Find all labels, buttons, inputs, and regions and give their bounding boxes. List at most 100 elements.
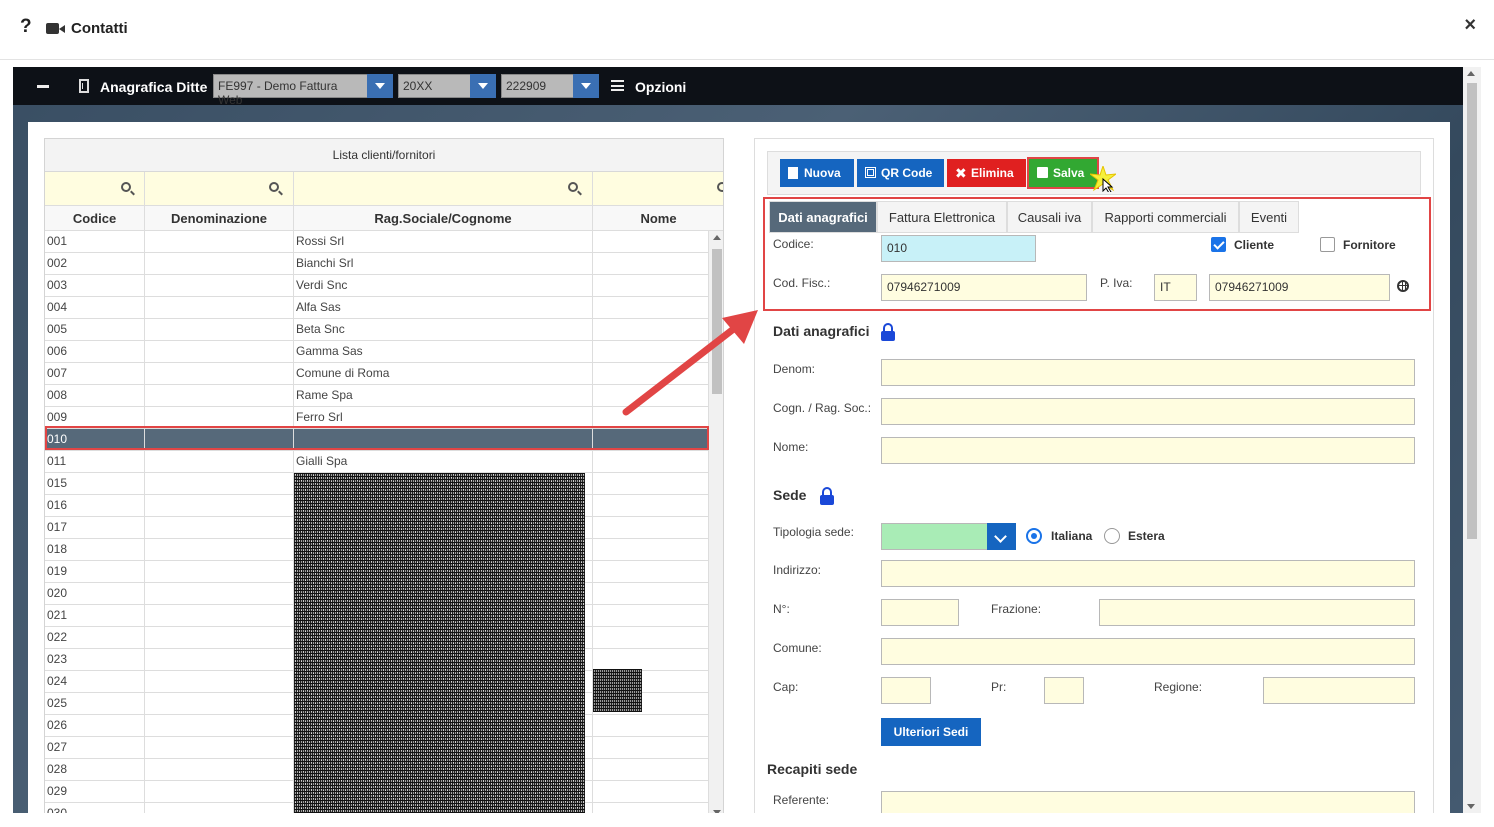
page-scrollbar[interactable]	[1463, 67, 1481, 813]
comune-input[interactable]	[881, 638, 1415, 665]
collapse-icon[interactable]	[37, 85, 49, 88]
tab-fattura-elettronica[interactable]: Fattura Elettronica	[877, 201, 1007, 233]
table-row[interactable]: 007 Comune di Roma	[45, 363, 709, 385]
delete-button[interactable]: ✖ Elimina	[947, 159, 1026, 187]
table-row[interactable]: 003 Verdi Snc	[45, 275, 709, 297]
year-select[interactable]: 20XX	[398, 74, 471, 98]
tab-rapporti-commerciali[interactable]: Rapporti commerciali	[1092, 201, 1239, 233]
list-scrollbar[interactable]	[709, 231, 723, 813]
app-title: Anagrafica Ditte	[100, 79, 208, 95]
column-header-nome[interactable]: Nome	[593, 206, 723, 231]
close-icon[interactable]: ×	[1464, 14, 1476, 37]
table-row[interactable]: 009 Ferro Srl	[45, 407, 709, 429]
italiana-radio[interactable]	[1026, 528, 1042, 544]
filter-ragsociale[interactable]	[294, 172, 593, 206]
save-button[interactable]: Salva	[1027, 157, 1099, 189]
table-row[interactable]: 011 Gialli Spa	[45, 451, 709, 473]
indirizzo-input[interactable]	[881, 560, 1415, 587]
cognome-input[interactable]	[881, 398, 1415, 425]
cap-input[interactable]	[881, 677, 931, 704]
codfisc-input[interactable]: 07946271009	[881, 274, 1087, 301]
company-select-dropdown-button[interactable]	[367, 74, 393, 98]
scroll-down-icon[interactable]	[1467, 804, 1475, 809]
help-icon[interactable]: ?	[20, 16, 32, 38]
cell-codice: 010	[45, 429, 145, 450]
numero-input[interactable]	[881, 599, 959, 626]
search-icon[interactable]	[568, 182, 578, 192]
column-header-codice[interactable]: Codice	[45, 206, 145, 231]
comune-label: Comune:	[773, 641, 822, 655]
filter-codice[interactable]	[45, 172, 145, 206]
frazione-input[interactable]	[1099, 599, 1415, 626]
cell-codice: 027	[45, 737, 145, 758]
scroll-up-icon[interactable]	[713, 235, 721, 240]
click-burst-icon	[1090, 166, 1116, 192]
year-select-dropdown-button[interactable]	[470, 74, 496, 98]
denom-input[interactable]	[881, 359, 1415, 386]
tipologia-select[interactable]	[881, 523, 989, 550]
frazione-label: Frazione:	[991, 602, 1042, 616]
new-button[interactable]: Nuova	[780, 159, 854, 187]
cell-nome	[593, 517, 709, 538]
cell-denominazione	[145, 605, 294, 626]
app-root: ? Contatti × Anagrafica Ditte FE997 - De…	[0, 0, 1494, 827]
cell-denominazione	[145, 275, 294, 296]
italiana-label: Italiana	[1051, 529, 1093, 543]
redacted-region	[294, 473, 585, 813]
menu-icon[interactable]	[611, 80, 624, 91]
search-icon[interactable]	[717, 182, 723, 192]
piva-country-input[interactable]: IT	[1154, 274, 1197, 301]
filter-denominazione[interactable]	[145, 172, 294, 206]
referente-input[interactable]	[881, 791, 1415, 813]
tab-eventi[interactable]: Eventi	[1239, 201, 1299, 233]
piva-input[interactable]: 07946271009	[1209, 274, 1390, 301]
scroll-down-icon[interactable]	[713, 810, 721, 813]
list-title: Lista clienti/fornitori	[45, 139, 723, 172]
cell-nome	[593, 473, 709, 494]
tab-dati-anagrafici[interactable]: Dati anagrafici	[769, 201, 877, 233]
estera-label: Estera	[1128, 529, 1165, 543]
cell-nome	[593, 561, 709, 582]
tab-causali-iva[interactable]: Causali iva	[1007, 201, 1092, 233]
page-scrollbar-thumb[interactable]	[1467, 83, 1477, 539]
company-select[interactable]: FE997 - Demo Fattura Web	[213, 74, 368, 107]
codice-input[interactable]: 010	[881, 235, 1036, 262]
estera-radio[interactable]	[1104, 528, 1120, 544]
table-row[interactable]: 002 Bianchi Srl	[45, 253, 709, 275]
cell-nome	[593, 803, 709, 813]
cell-nome	[593, 407, 709, 428]
list-scrollbar-thumb[interactable]	[712, 249, 722, 394]
fornitore-checkbox[interactable]	[1320, 237, 1335, 252]
options-button[interactable]: Opzioni	[635, 79, 686, 95]
table-row[interactable]: 004 Alfa Sas	[45, 297, 709, 319]
column-header-ragsociale[interactable]: Rag.Sociale/Cognome	[294, 206, 593, 231]
table-row[interactable]: 001 Rossi Srl	[45, 231, 709, 253]
code-select-dropdown-button[interactable]	[573, 74, 599, 98]
table-row[interactable]: 010	[45, 429, 709, 451]
scroll-up-icon[interactable]	[1467, 71, 1475, 76]
chevron-down-icon[interactable]	[987, 523, 1016, 550]
codfisc-label: Cod. Fisc.:	[773, 276, 831, 290]
table-row[interactable]: 008 Rame Spa	[45, 385, 709, 407]
cell-nome	[593, 385, 709, 406]
column-header-denominazione[interactable]: Denominazione	[145, 206, 294, 231]
cliente-checkbox[interactable]	[1211, 237, 1226, 252]
code-select[interactable]: 222909	[501, 74, 574, 98]
qr-code-button[interactable]: QR Code	[857, 159, 944, 187]
redacted-region	[593, 669, 642, 712]
lock-icon[interactable]	[881, 323, 895, 341]
globe-icon[interactable]	[1397, 280, 1409, 292]
cell-nome	[593, 605, 709, 626]
nome-input[interactable]	[881, 437, 1415, 464]
filter-nome[interactable]	[593, 172, 723, 206]
search-icon[interactable]	[121, 182, 131, 192]
pr-input[interactable]	[1044, 677, 1084, 704]
search-icon[interactable]	[269, 182, 279, 192]
lock-icon[interactable]	[820, 487, 834, 505]
cell-ragsociale: Bianchi Srl	[294, 253, 593, 274]
table-row[interactable]: 005 Beta Snc	[45, 319, 709, 341]
regione-input[interactable]	[1263, 677, 1415, 704]
table-row[interactable]: 006 Gamma Sas	[45, 341, 709, 363]
piva-label: P. Iva:	[1100, 276, 1133, 290]
ulteriori-sedi-button[interactable]: Ulteriori Sedi	[881, 718, 981, 746]
